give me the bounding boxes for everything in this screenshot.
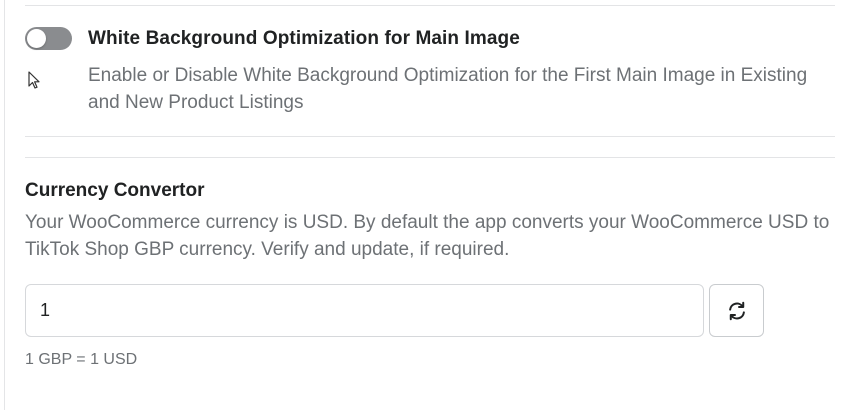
white-background-title: White Background Optimization for Main I… [88,28,520,49]
currency-convertor-description: Your WooCommerce currency is USD. By def… [25,212,830,260]
refresh-rate-button[interactable] [709,284,764,337]
conversion-rate-caption: 1 GBP = 1 USD [25,351,138,368]
panel-left-border [4,0,5,410]
divider-middle-1 [25,136,835,137]
divider-top [25,5,835,6]
divider-middle-2 [25,157,835,158]
white-background-description: Enable or Disable White Background Optim… [88,65,808,113]
mouse-pointer-icon [28,71,40,89]
white-background-toggle[interactable] [25,27,72,50]
conversion-rate-input[interactable] [25,284,704,337]
refresh-icon [728,301,745,320]
settings-panel: White Background Optimization for Main I… [0,0,853,410]
toggle-knob [27,29,46,48]
currency-convertor-title: Currency Convertor [25,180,205,201]
